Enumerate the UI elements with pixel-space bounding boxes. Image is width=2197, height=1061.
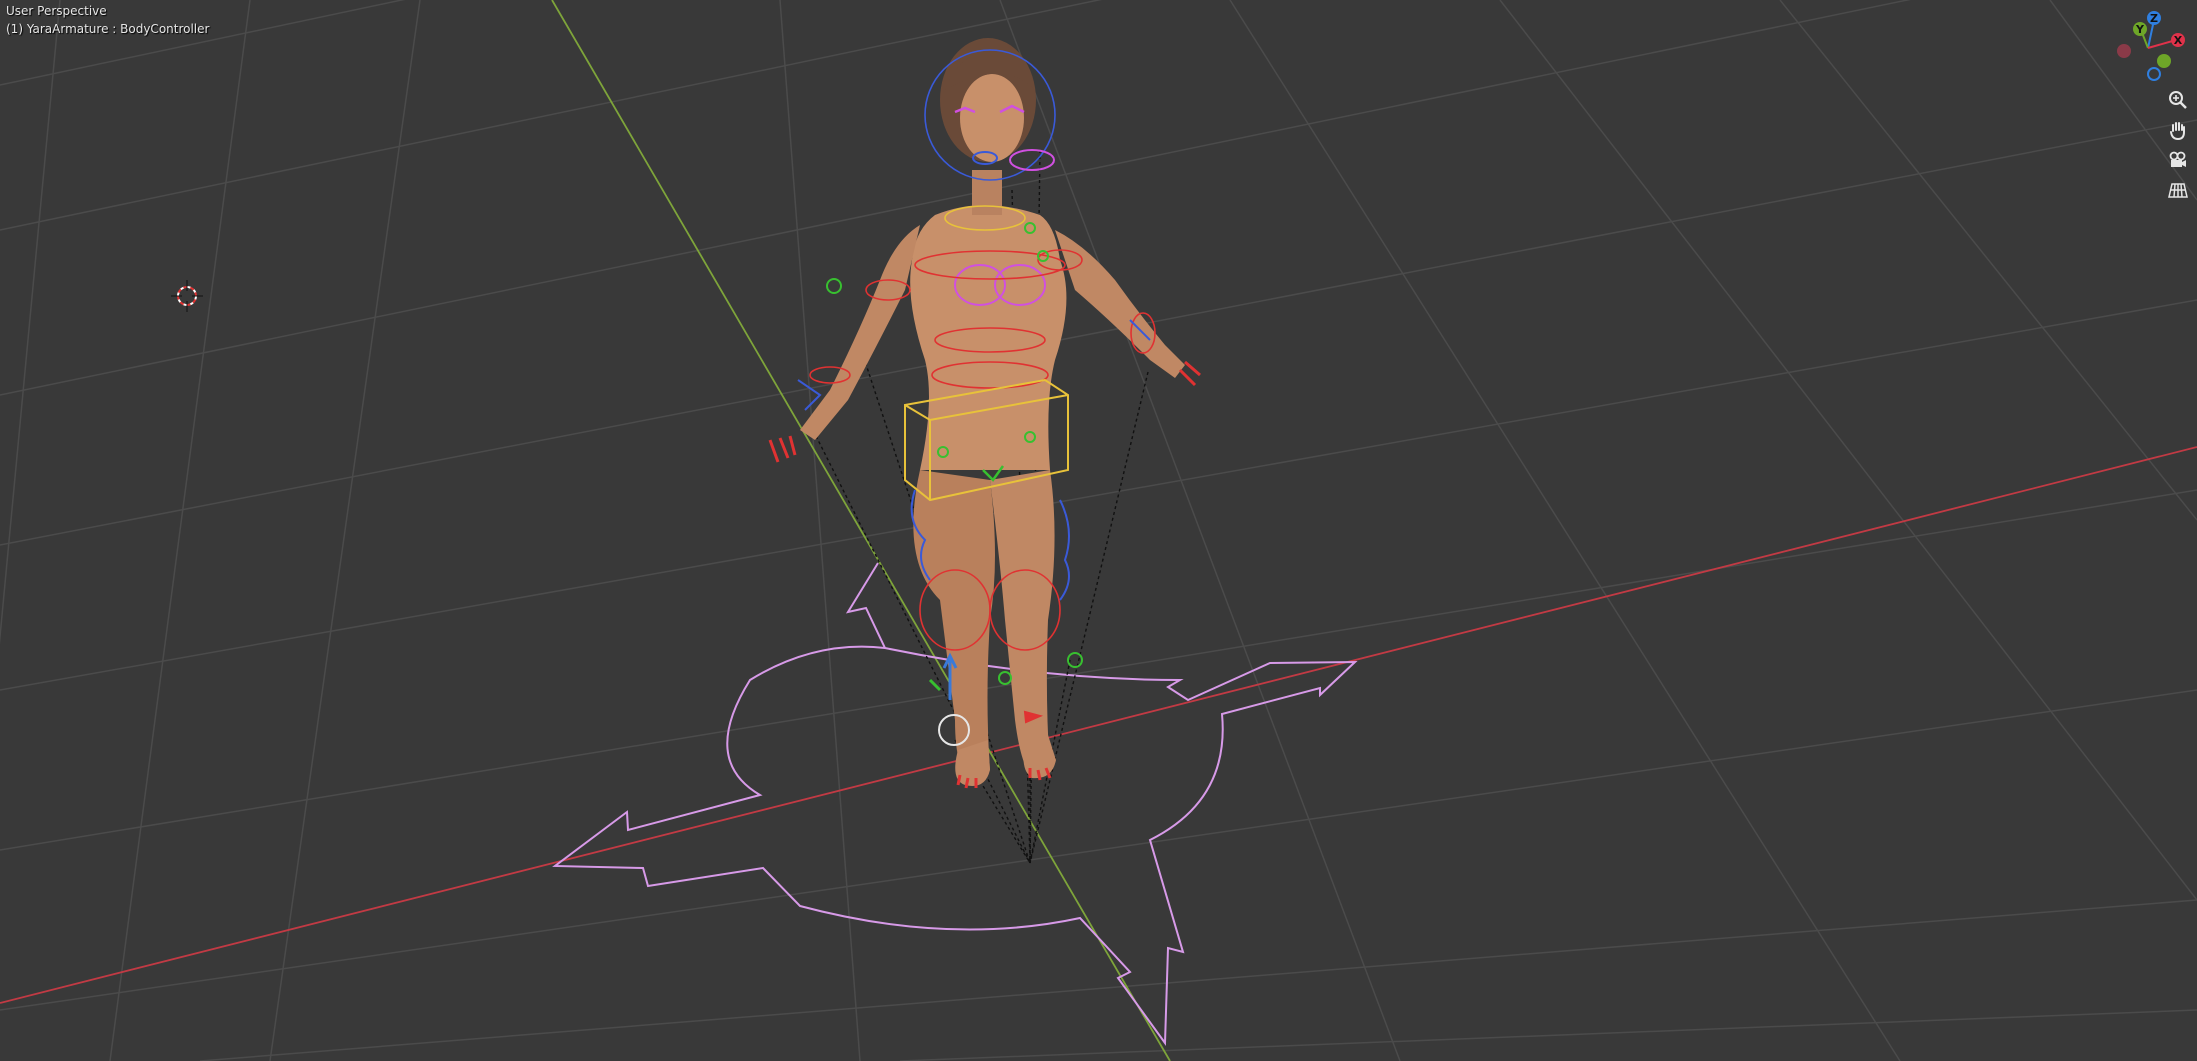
3d-cursor-icon[interactable]: [171, 280, 203, 312]
svg-text:Z: Z: [2150, 12, 2158, 25]
y-axis-line: [551, 0, 1171, 1061]
active-object-label: (1) YaraArmature : BodyController: [6, 22, 210, 36]
orientation-gizmo[interactable]: Z Y X: [2117, 11, 2185, 81]
gizmo-z-axis[interactable]: Z: [2147, 11, 2161, 25]
camera-view-button[interactable]: [2166, 148, 2190, 172]
zoom-button[interactable]: [2166, 88, 2190, 112]
gizmo-y-axis[interactable]: Y: [2133, 22, 2147, 36]
3d-viewport[interactable]: Z Y X: [0, 0, 2197, 1061]
gizmo-neg-y-icon[interactable]: [2157, 54, 2171, 68]
gizmo-neg-x-icon[interactable]: [2117, 44, 2131, 58]
toggle-perspective-button[interactable]: [2166, 178, 2190, 202]
pan-button[interactable]: [2166, 118, 2190, 142]
camera-icon: [2169, 151, 2186, 167]
gizmo-neg-z-icon[interactable]: [2147, 67, 2161, 81]
grid-icon: [2168, 183, 2188, 198]
magnifier-plus-icon: [2169, 91, 2187, 109]
view-perspective-label: User Perspective: [6, 4, 107, 18]
svg-text:X: X: [2174, 34, 2183, 47]
character-mesh[interactable]: [800, 38, 1185, 786]
svg-text:Y: Y: [2135, 23, 2145, 36]
gizmo-x-axis[interactable]: X: [2171, 33, 2185, 47]
x-axis-line: [0, 446, 2197, 1004]
hand-icon: [2170, 122, 2185, 140]
